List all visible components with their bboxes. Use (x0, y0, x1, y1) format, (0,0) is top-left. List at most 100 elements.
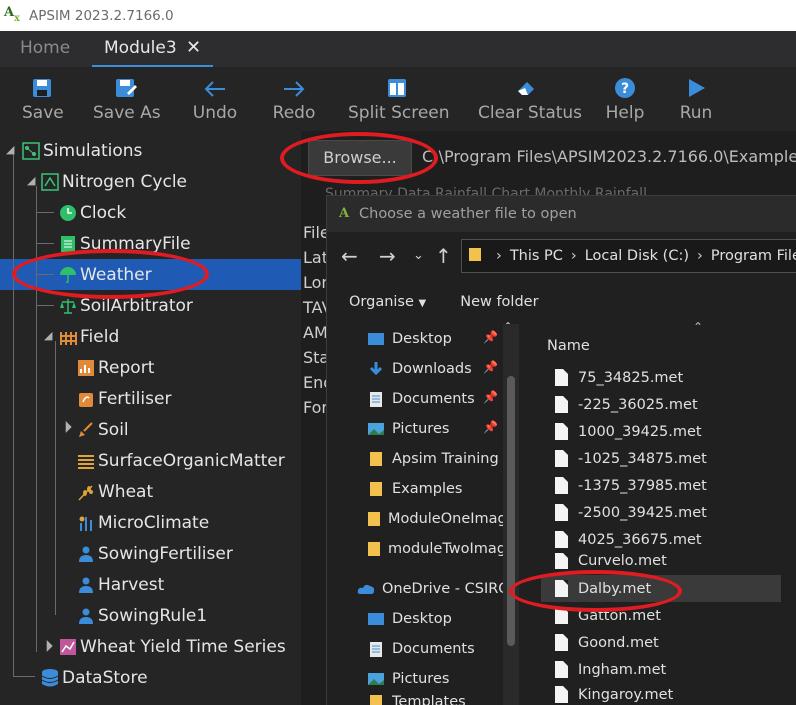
manager-icon (77, 607, 95, 625)
file-row[interactable]: 1000_39425.met (541, 418, 781, 445)
help-button[interactable]: ? Help (605, 67, 645, 131)
graph-icon (59, 638, 77, 656)
redo-label: Redo (272, 103, 316, 123)
clear-status-label: Clear Status (478, 103, 583, 123)
expand-caret-icon[interactable]: ◢ (58, 419, 73, 434)
redo-button[interactable]: Redo (272, 67, 316, 131)
tree-node-field[interactable]: Field (59, 321, 119, 352)
undo-button[interactable]: Undo (192, 67, 238, 131)
file-row[interactable]: Ingham.met (541, 656, 781, 683)
file-row[interactable]: -1375_37985.met (541, 472, 781, 499)
navigation-scrollbar[interactable] (503, 324, 519, 705)
tree-node-sowingrule1[interactable]: SowingRule1 (77, 600, 207, 631)
file-row[interactable]: -225_36025.met (541, 391, 781, 418)
back-arrow-icon[interactable]: ← (341, 244, 358, 268)
nav-item-label: Pictures (392, 421, 450, 437)
simulations-icon (22, 141, 40, 160)
nav-item-desktop[interactable]: Desktop (367, 324, 452, 354)
collapse-caret-icon[interactable]: ◢ (44, 329, 52, 342)
file-row[interactable]: Kingaroy.met (541, 683, 781, 705)
pin-icon[interactable]: 📌 (483, 420, 498, 434)
file-name: 75_34825.met (578, 369, 684, 386)
name-column-header[interactable]: Name (547, 338, 590, 354)
expand-caret-icon[interactable]: ◢ (39, 638, 54, 653)
nav-item-moduletwoimag[interactable]: moduleTwoImag (367, 534, 503, 564)
tree-node-sowingfertiliser[interactable]: SowingFertiliser (77, 538, 233, 569)
new-folder-button[interactable]: New folder (460, 294, 538, 310)
tree-node-label: MicroClimate (98, 512, 210, 533)
desktop-icon (367, 331, 385, 347)
undo-label: Undo (192, 103, 238, 123)
organise-button[interactable]: Organise ▼ (349, 294, 426, 310)
nav-item-apsim-training[interactable]: Apsim Training (367, 444, 499, 474)
file-name: -225_36025.met (578, 396, 698, 413)
tab-module3[interactable]: Module3 ✕ (92, 31, 214, 67)
organise-label: Organise (349, 294, 414, 310)
save-as-button[interactable]: Save As (93, 67, 161, 131)
tree-node-fertiliser[interactable]: Fertiliser (77, 383, 171, 414)
address-bar[interactable]: › This PC › Local Disk (C:) › Program Fi… (461, 239, 796, 273)
nav-item-onedrive-documents[interactable]: Documents (367, 634, 475, 664)
nav-item-downloads[interactable]: Downloads (367, 354, 472, 384)
pin-icon[interactable]: 📌 (483, 360, 498, 374)
tree-node-surfaceorganicmatter[interactable]: SurfaceOrganicMatter (77, 445, 285, 476)
pictures-icon (367, 671, 385, 687)
tree-node-datastore[interactable]: DataStore (41, 662, 148, 693)
address-segment[interactable]: Program Files (711, 248, 796, 264)
separator-chevron-icon: › (496, 248, 502, 264)
simulation-tree: ◢ Simulations ◢ Nitrogen Cycle Clock Sum… (0, 131, 301, 705)
address-segment[interactable]: This PC (510, 248, 563, 264)
collapse-caret-icon[interactable]: ◢ (27, 174, 35, 187)
clear-status-button[interactable]: Clear Status (478, 67, 583, 131)
nav-item-moduleoneimag[interactable]: ModuleOneImag (367, 504, 503, 534)
tree-node-microclimate[interactable]: MicroClimate (77, 507, 209, 538)
tree-node-report[interactable]: Report (77, 352, 154, 383)
nav-item-onedrive-desktop[interactable]: Desktop (367, 604, 452, 634)
nav-item-onedrive[interactable]: OneDrive - CSIRO (357, 574, 503, 604)
folder-icon (367, 694, 385, 705)
file-icon (555, 423, 568, 440)
file-row[interactable]: 4025_36675.met (541, 526, 781, 553)
file-row[interactable]: Goond.met (541, 629, 781, 656)
file-icon (555, 504, 568, 521)
close-tab-icon[interactable]: ✕ (186, 37, 201, 58)
tree-node-clock[interactable]: Clock (59, 197, 126, 228)
folder-icon (367, 481, 385, 497)
nav-item-onedrive-pictures[interactable]: Pictures (367, 664, 449, 694)
address-segment[interactable]: Local Disk (C:) (585, 248, 689, 264)
tree-node-simulations[interactable]: Simulations (22, 135, 142, 166)
tab-home[interactable]: Home (20, 31, 70, 67)
file-row[interactable]: -1025_34875.met (541, 445, 781, 472)
tree-guide (55, 341, 56, 615)
file-row[interactable]: Curvelo.met (541, 553, 781, 569)
save-button[interactable]: Save (22, 67, 64, 131)
nav-item-documents[interactable]: Documents (367, 384, 475, 414)
tree-node-soil[interactable]: Soil (77, 414, 129, 445)
split-screen-label: Split Screen (348, 103, 450, 123)
tree-node-wheat[interactable]: Wheat (77, 476, 153, 507)
tree-guide (36, 305, 54, 306)
collapse-caret-icon[interactable]: ◢ (6, 143, 14, 156)
tree-guide (13, 154, 14, 676)
recent-locations-chevron-icon[interactable]: ⌄ (413, 248, 424, 263)
tree-node-wheat-yield-time-series[interactable]: Wheat Yield Time Series (59, 631, 286, 662)
documents-icon (367, 641, 385, 657)
nav-item-examples[interactable]: Examples (367, 474, 462, 504)
file-name: Curvelo.met (578, 553, 667, 569)
tree-node-nitrogen-cycle[interactable]: Nitrogen Cycle (41, 166, 187, 197)
nav-item-pictures[interactable]: Pictures (367, 414, 449, 444)
tree-node-harvest[interactable]: Harvest (77, 569, 164, 600)
split-screen-button[interactable]: Split Screen (348, 67, 450, 131)
tab-bar: Home Module3 ✕ (0, 31, 796, 67)
scrollbar-thumb[interactable] (507, 376, 515, 646)
file-row[interactable]: -2500_39425.met (541, 499, 781, 526)
pin-icon[interactable]: 📌 (483, 330, 498, 344)
up-arrow-icon[interactable]: ↑ (435, 244, 452, 268)
file-name: -2500_39425.met (578, 504, 707, 521)
fertiliser-icon (77, 390, 95, 408)
pin-icon[interactable]: 📌 (483, 390, 498, 404)
file-row[interactable]: 75_34825.met (541, 364, 781, 391)
run-button[interactable]: Run (678, 67, 714, 131)
forward-arrow-icon[interactable]: → (379, 244, 396, 268)
nav-item-templates[interactable]: Templates (367, 694, 466, 705)
